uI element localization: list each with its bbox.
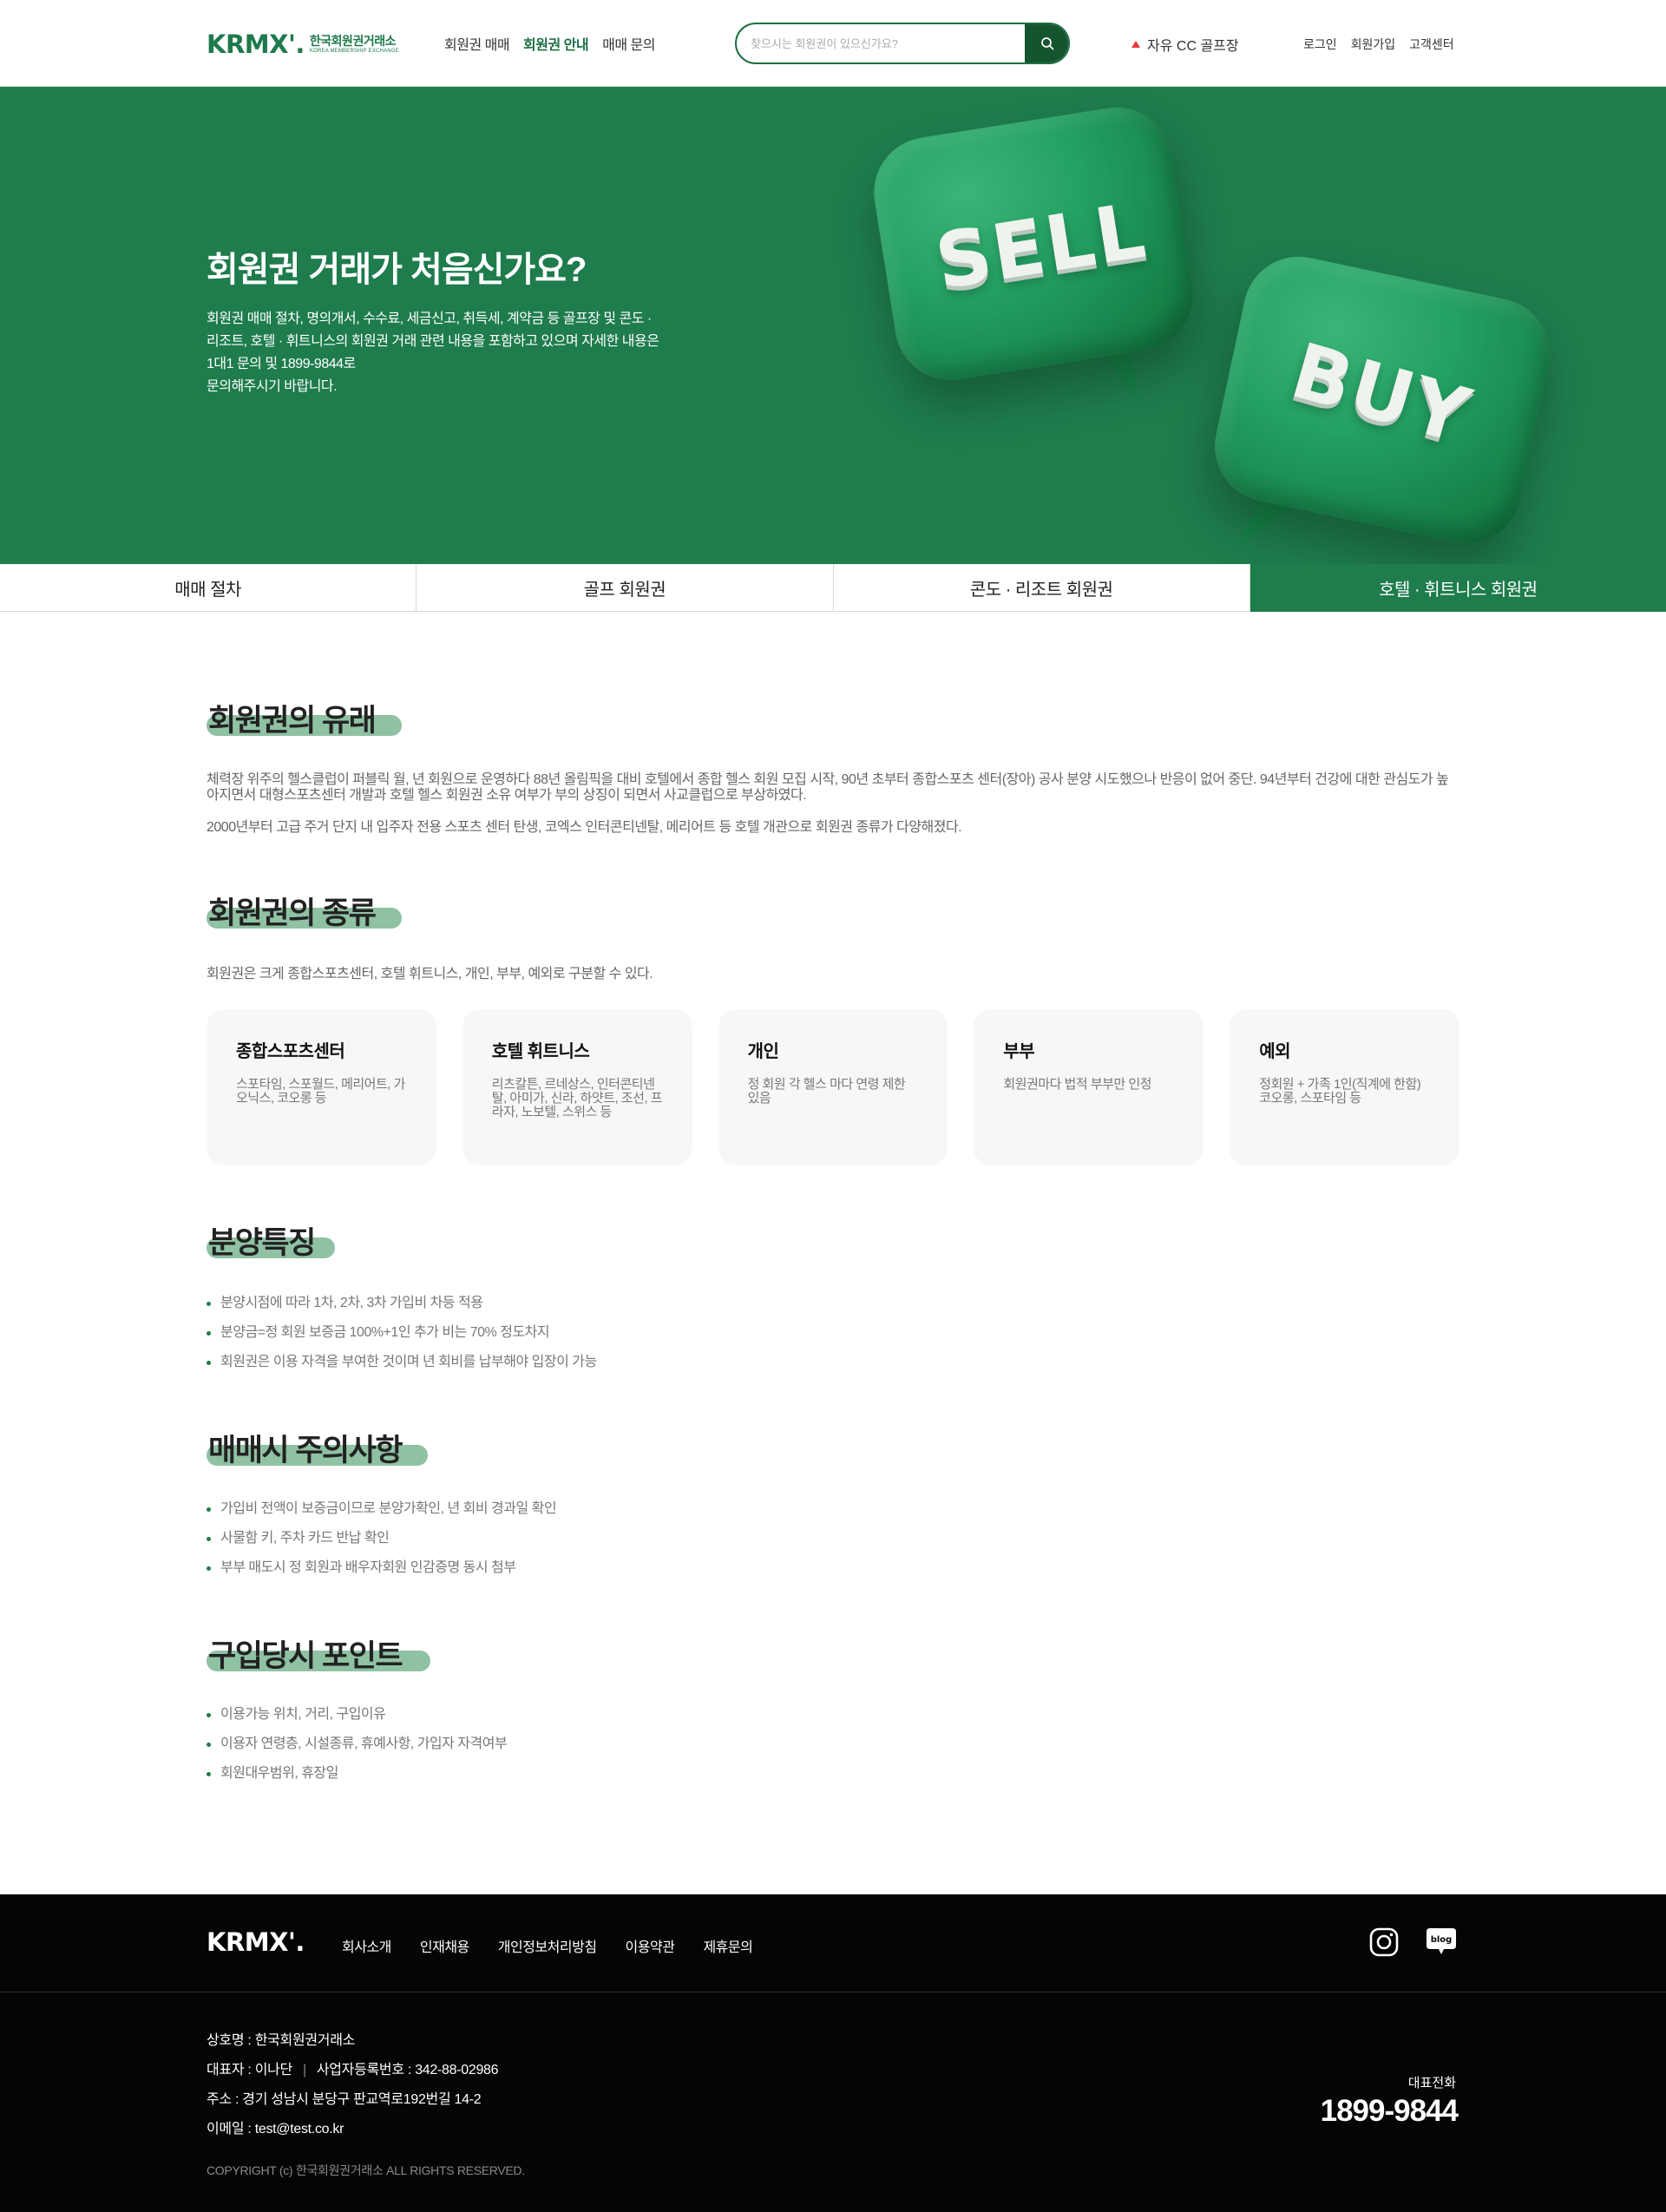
signup-link[interactable]: 회원가입 <box>1351 36 1396 53</box>
ticker-text: 자유 CC 골프장 <box>1147 39 1239 54</box>
card-title: 호텔 휘트니스 <box>491 1042 590 1061</box>
section-heading: 회원권의 종류 <box>208 896 377 930</box>
type-card: 호텔 휘트니스 리츠칼튼, 르네상스, 인터콘티넨탈, 아미가, 신라, 하얏트… <box>462 1009 692 1165</box>
list-item: 회원대우범위, 휴장일 <box>207 1759 507 1789</box>
logo-english: KOREA MEMBERSHIP EXCHANGE <box>309 49 399 54</box>
tab-hotel-fitness-membership[interactable]: 호텔 · 휘트니스 회원권 <box>1250 564 1666 612</box>
card-description: 정 회원 각 헬스 마다 연령 제한 있음 <box>747 1077 906 1106</box>
category-tabs: 매매 절차 골프 회원권 콘도 · 리조트 회원권 호텔 · 휘트니스 회원권 <box>0 564 1666 612</box>
section-title-features: 분양특징 <box>207 1218 335 1260</box>
section-title-points: 구입당시 포인트 <box>207 1631 430 1673</box>
utility-nav: 로그인 회원가입 고객센터 <box>1303 36 1454 53</box>
company-address: 주소 : 경기 성남시 분당구 판교역로192번길 14-2 <box>207 2092 482 2107</box>
card-title: 종합스포츠센터 <box>236 1042 345 1061</box>
search-button[interactable] <box>1025 24 1068 62</box>
origin-paragraph-2: 2000년부터 고급 주거 단지 내 입주자 전용 스포츠 센터 탄생, 코엑스… <box>207 820 962 835</box>
list-item: 이용가능 위치, 거리, 구입이유 <box>207 1700 507 1730</box>
hero-desc-line: 리조트, 호텔 · 휘트니스의 회원권 거래 관련 내용을 포함하고 있으며 자… <box>207 334 659 349</box>
type-card: 부부 회원권마다 법적 부부만 인정 <box>974 1009 1204 1165</box>
list-item: 가입비 전액이 보증금이므로 분양가확인, 년 회비 경과일 확인 <box>207 1494 557 1524</box>
section-title-cautions: 매매시 주의사항 <box>207 1426 428 1467</box>
hero-desc-line: 1대1 문의 및 1899-9844로 <box>207 357 356 371</box>
type-card: 종합스포츠센터 스포타임, 스포월드, 메리어트, 가오닉스, 코오롱 등 <box>207 1009 436 1165</box>
list-item: 회원권은 이용 자격을 부여한 것이며 년 회비를 납부해야 입장이 가능 <box>207 1348 597 1377</box>
tab-golf-membership[interactable]: 골프 회원권 <box>416 564 834 612</box>
company-email: 이메일 : test@test.co.kr <box>207 2122 344 2137</box>
origin-paragraph-1: 체력장 위주의 헬스클럽이 퍼블릭 월, 년 회원으로 운영하다 88년 올림픽… <box>207 772 1449 803</box>
section-heading: 매매시 주의사항 <box>208 1434 403 1467</box>
business-number: 사업자등록번호 : 342-88-02986 <box>316 2063 499 2077</box>
logo-text: 한국회원권거래소 KOREA MEMBERSHIP EXCHANGE <box>310 35 399 54</box>
section-title-types: 회원권의 종류 <box>207 889 402 930</box>
nav-membership-guide[interactable]: 회원권 안내 <box>523 33 589 54</box>
tab-trade-procedure[interactable]: 매매 절차 <box>0 564 417 612</box>
company-info: 상호명 : 한국회원권거래소 대표자 : 이나단 | 사업자등록번호 : 342-8… <box>207 2026 499 2144</box>
list-item: 사물함 키, 주차 카드 반납 확인 <box>207 1524 556 1553</box>
instagram-icon <box>1369 1927 1399 1957</box>
tab-condo-resort-membership[interactable]: 콘도 · 리조트 회원권 <box>834 564 1250 612</box>
search-input[interactable] <box>737 24 1025 62</box>
card-title: 부부 <box>1003 1042 1035 1061</box>
blog-icon: blog <box>1427 1928 1456 1954</box>
card-title: 예외 <box>1259 1042 1290 1061</box>
price-ticker[interactable]: 자유 CC 골프장 <box>1131 34 1239 55</box>
divider: | <box>302 2063 306 2077</box>
list-item: 분양시점에 따라 1차, 2차, 3차 가입비 차등 적용 <box>207 1289 597 1318</box>
copyright: COPYRIGHT (c) 한국회원권거래소 ALL RIGHTS RESERV… <box>207 2163 525 2177</box>
site-logo[interactable]: KRMX'. 한국회원권거래소 KOREA MEMBERSHIP EXCHANG… <box>207 30 399 59</box>
logo-mark: KRMX'. <box>207 30 305 59</box>
footer-link-partnership[interactable]: 제휴문의 <box>703 1935 752 1956</box>
footer-logo[interactable]: KRMX'. <box>207 1927 305 1957</box>
hero-title: 회원권 거래가 처음신가요? <box>207 251 587 289</box>
card-description: 리츠칼튼, 르네상스, 인터콘티넨탈, 아미가, 신라, 하얏트, 조선, 프라… <box>491 1077 663 1119</box>
features-list: 분양시점에 따라 1차, 2차, 3차 가입비 차등 적용 분양금=정 회원 보… <box>207 1289 597 1377</box>
main-nav: 회원권 매매 회원권 안내 매매 문의 <box>444 33 655 54</box>
nav-trade-inquiry[interactable]: 매매 문의 <box>602 33 655 54</box>
card-description: 회원권마다 법적 부부만 인정 <box>1003 1077 1151 1092</box>
instagram-link[interactable] <box>1368 1926 1400 1959</box>
footer-link-terms[interactable]: 이용약관 <box>626 1935 675 1956</box>
footer-link-privacy[interactable]: 개인정보처리방침 <box>498 1935 597 1956</box>
list-item: 분양금=정 회원 보증금 100%+1인 추가 비는 70% 정도차지 <box>207 1318 597 1348</box>
site-header: KRMX'. 한국회원권거래소 KOREA MEMBERSHIP EXCHANG… <box>0 0 1666 87</box>
section-heading: 회원권의 유래 <box>208 704 377 738</box>
membership-type-cards: 종합스포츠센터 스포타임, 스포월드, 메리어트, 가오닉스, 코오롱 등 호텔… <box>207 1009 1459 1165</box>
up-arrow-icon <box>1131 41 1140 48</box>
footer-link-careers[interactable]: 인재채용 <box>420 1935 469 1956</box>
card-description: 스포타임, 스포월드, 메리어트, 가오닉스, 코오롱 등 <box>236 1077 405 1106</box>
cautions-list: 가입비 전액이 보증금이므로 분양가확인, 년 회비 경과일 확인 사물함 키,… <box>207 1494 557 1583</box>
search-bar <box>735 23 1070 64</box>
section-heading: 구입당시 포인트 <box>208 1639 403 1673</box>
blog-icon-label: blog <box>1431 1935 1453 1945</box>
type-card: 개인 정 회원 각 헬스 마다 연령 제한 있음 <box>718 1009 948 1165</box>
phone-number[interactable]: 1899-9844 <box>1321 2094 1459 2129</box>
search-icon <box>1041 37 1054 50</box>
section-title-origin: 회원권의 유래 <box>207 696 402 738</box>
type-card: 예외 정회원 + 가족 1인(직계에 한함) 코오롱, 스포타임 등 <box>1230 1009 1459 1165</box>
site-footer: KRMX'. 회사소개 인재채용 개인정보처리방침 이용약관 제휴문의 blog… <box>0 1894 1666 2212</box>
ceo-name: 대표자 : 이나단 <box>207 2063 292 2077</box>
footer-nav: 회사소개 인재채용 개인정보처리방침 이용약관 제휴문의 <box>342 1935 753 1956</box>
login-link[interactable]: 로그인 <box>1303 36 1337 53</box>
ceo-and-business-number: 대표자 : 이나단 | 사업자등록번호 : 342-88-02986 <box>207 2056 499 2085</box>
hero-desc-line: 회원권 매매 절차, 명의개서, 수수료, 세금신고, 취득세, 계약금 등 골… <box>207 312 652 326</box>
section-heading: 분양특징 <box>208 1226 316 1260</box>
hero-banner: 회원권 거래가 처음신가요? 회원권 매매 절차, 명의개서, 수수료, 세금신… <box>0 87 1666 564</box>
blog-link[interactable]: blog <box>1425 1926 1458 1959</box>
footer-link-about[interactable]: 회사소개 <box>342 1935 391 1956</box>
logo-korean: 한국회원권거래소 <box>309 34 397 48</box>
card-title: 개인 <box>747 1042 779 1061</box>
nav-trade[interactable]: 회원권 매매 <box>444 33 510 54</box>
customer-center-link[interactable]: 고객센터 <box>1409 36 1454 53</box>
company-name: 상호명 : 한국회원권거래소 <box>207 2033 356 2048</box>
card-description: 정회원 + 가족 1인(직계에 한함) 코오롱, 스포타임 등 <box>1259 1077 1421 1106</box>
phone-label: 대표전화 <box>1407 2076 1456 2091</box>
list-item: 부부 매도시 정 회원과 배우자회원 인감증명 동시 첨부 <box>207 1553 556 1583</box>
points-list: 이용가능 위치, 거리, 구입이유 이용자 연령층, 시설종류, 휴예사항, 가… <box>207 1700 508 1789</box>
footer-top-bar: KRMX'. 회사소개 인재채용 개인정보처리방침 이용약관 제휴문의 blog <box>0 1894 1666 1992</box>
hero-description: 회원권 매매 절차, 명의개서, 수수료, 세금신고, 취득세, 계약금 등 골… <box>207 308 692 398</box>
hero-desc-line: 문의해주시기 바랍니다. <box>207 379 338 394</box>
list-item: 이용자 연령층, 시설종류, 휴예사항, 가입자 자격여부 <box>207 1730 508 1759</box>
types-intro: 회원권은 크게 종합스포츠센터, 호텔 휘트니스, 개인, 부부, 예외로 구분… <box>207 967 653 981</box>
